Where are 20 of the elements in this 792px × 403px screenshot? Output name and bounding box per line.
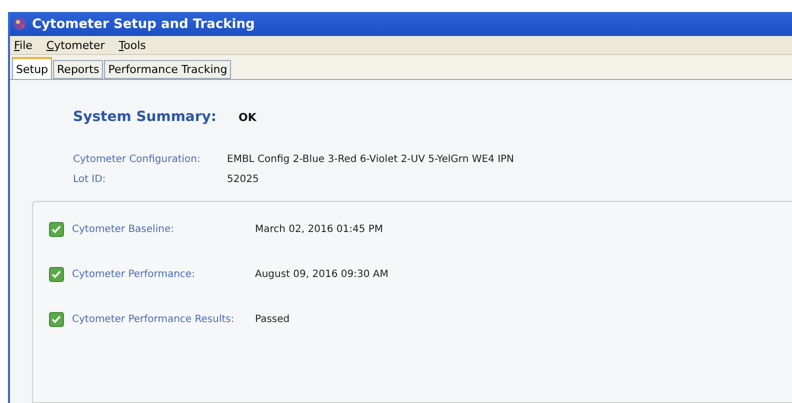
status-label: Cytometer Performance: [72, 269, 196, 280]
status-label: Cytometer Performance Results: [72, 314, 236, 325]
field-label: Cytometer Configuration: [73, 154, 202, 165]
tab[interactable]: Reports [53, 60, 104, 79]
summary-label: System Summary: [73, 109, 216, 125]
status-label: Cytometer Baseline: [72, 224, 175, 235]
status-value: March 02, 2016 01:45 PM [255, 224, 384, 235]
field-value: EMBL Config 2-Blue 3-Red 6-Violet 2-UV 5-YelGrn WE4 IPN [227, 154, 516, 165]
status-value: August 09, 2016 09:30 AM [255, 269, 390, 280]
status-value: Passed [255, 314, 291, 325]
field-label: Lot ID: [73, 174, 107, 185]
window-title: Cytometer Setup and Tracking [32, 16, 255, 32]
menu-item[interactable]: Tools [118, 38, 146, 52]
app-icon [13, 17, 27, 31]
tab[interactable]: Setup [12, 57, 52, 79]
field-value: 52025 [227, 174, 260, 185]
summary-value: OK [238, 110, 256, 124]
menu-item[interactable]: Cytometer [46, 38, 105, 52]
menu-item[interactable]: File [14, 38, 32, 52]
tab[interactable]: Performance Tracking [104, 60, 232, 79]
